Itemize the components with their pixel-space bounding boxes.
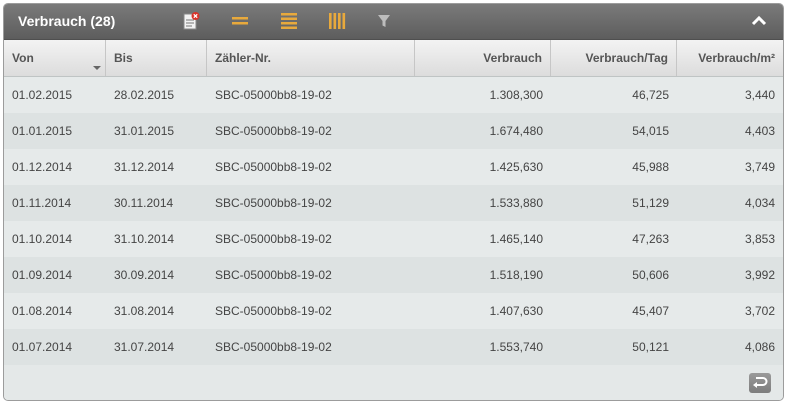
column-header-label: Verbrauch/Tag <box>585 51 668 65</box>
table-cell: 01.09.2014 <box>12 268 73 282</box>
table-cell: 30.09.2014 <box>114 268 175 282</box>
table-cell: 01.07.2014 <box>12 340 73 354</box>
table-cell: 3,702 <box>744 304 775 318</box>
consumption-panel: Verbrauch (28) Von Bis Zähler-Nr. Verbra… <box>3 3 784 401</box>
table-cell: SBC-05000bb8-19-02 <box>215 160 332 174</box>
table-cell: 1.533,880 <box>489 196 543 210</box>
table-cell: 1.518,190 <box>489 268 543 282</box>
compact-rows-icon[interactable] <box>230 11 250 31</box>
table-row[interactable]: 01.10.2014 31.10.2014 SBC-05000bb8-19-02 1.… <box>4 221 783 257</box>
column-header-bis[interactable]: Bis <box>106 40 207 76</box>
table-cell: 3,749 <box>744 160 775 174</box>
column-header-label: Verbrauch <box>483 51 542 65</box>
table-cell: 1.425,630 <box>489 160 543 174</box>
table-cell: 31.12.2014 <box>114 160 175 174</box>
table-cell: 54,015 <box>632 124 669 138</box>
table-row[interactable]: 01.07.2014 31.07.2014 SBC-05000bb8-19-02 1.… <box>4 329 783 365</box>
table-cell: 1.465,140 <box>489 232 543 246</box>
column-header-verbrauch[interactable]: Verbrauch <box>415 40 551 76</box>
filter-icon[interactable] <box>374 11 394 31</box>
table-cell: 01.02.2015 <box>12 88 73 102</box>
table-cell: 30.11.2014 <box>114 196 174 210</box>
column-header-zaehler-nr[interactable]: Zähler-Nr. <box>207 40 415 76</box>
table-cell: 3,853 <box>744 232 775 246</box>
table-cell: 4,086 <box>744 340 775 354</box>
column-header-label: Von <box>12 51 34 65</box>
table-cell: 1.553,740 <box>489 340 543 354</box>
chevron-up-icon[interactable] <box>751 14 767 28</box>
table-cell: 1.308,300 <box>489 88 543 102</box>
table-row[interactable]: 01.09.2014 30.09.2014 SBC-05000bb8-19-02 1.… <box>4 257 783 293</box>
column-header-label: Verbrauch/m² <box>698 51 775 65</box>
table-row[interactable]: 01.08.2014 31.08.2014 SBC-05000bb8-19-02 1.… <box>4 293 783 329</box>
column-header-label: Bis <box>114 51 133 65</box>
undo-icon[interactable] <box>749 373 771 393</box>
table-cell: 45,407 <box>632 304 669 318</box>
table-cell: 3,440 <box>744 88 775 102</box>
table-body: 01.02.2015 28.02.2015 SBC-05000bb8-19-02 1.… <box>4 77 783 365</box>
table-row[interactable]: 01.01.2015 31.01.2015 SBC-05000bb8-19-02 1.… <box>4 113 783 149</box>
table-cell: 31.07.2014 <box>114 340 175 354</box>
column-header-label: Zähler-Nr. <box>215 51 272 65</box>
table-cell: 4,034 <box>744 196 775 210</box>
table-cell: SBC-05000bb8-19-02 <box>215 232 332 246</box>
table-row[interactable]: 01.11.2014 30.11.2014 SBC-05000bb8-19-02 1.… <box>4 185 783 221</box>
table-cell: 28.02.2015 <box>114 88 175 102</box>
table-cell: 01.01.2015 <box>12 124 73 138</box>
table-header: Von Bis Zähler-Nr. Verbrauch Verbrauch/T… <box>4 40 783 77</box>
table-cell: 01.08.2014 <box>12 304 73 318</box>
table-cell: 1.407,630 <box>489 304 543 318</box>
table-cell: 31.01.2015 <box>114 124 175 138</box>
panel-title: Verbrauch (28) <box>18 13 116 29</box>
table-cell: SBC-05000bb8-19-02 <box>215 124 332 138</box>
column-header-verbrauch-tag[interactable]: Verbrauch/Tag <box>551 40 677 76</box>
table-cell: SBC-05000bb8-19-02 <box>215 304 332 318</box>
table-cell: 50,121 <box>632 340 669 354</box>
table-cell: 1.674,480 <box>489 124 543 138</box>
table-cell: SBC-05000bb8-19-02 <box>215 88 332 102</box>
table-cell: SBC-05000bb8-19-02 <box>215 340 332 354</box>
table-row[interactable]: 01.02.2015 28.02.2015 SBC-05000bb8-19-02 1.… <box>4 77 783 113</box>
panel-footer <box>4 365 783 400</box>
sort-descending-icon <box>93 66 101 70</box>
table-cell: 01.10.2014 <box>12 232 73 246</box>
table-cell: 01.11.2014 <box>12 196 72 210</box>
column-header-von[interactable]: Von <box>4 40 106 76</box>
table-cell: SBC-05000bb8-19-02 <box>215 268 332 282</box>
expanded-rows-icon[interactable] <box>279 11 299 31</box>
table-cell: 01.12.2014 <box>12 160 73 174</box>
table-cell: 31.08.2014 <box>114 304 175 318</box>
table-cell: 50,606 <box>632 268 669 282</box>
table-cell: 47,263 <box>632 232 669 246</box>
export-document-icon[interactable] <box>181 11 201 31</box>
column-header-verbrauch-m2[interactable]: Verbrauch/m² <box>677 40 783 76</box>
table-cell: 3,992 <box>744 268 775 282</box>
table-cell: 46,725 <box>632 88 669 102</box>
table-row[interactable]: 01.12.2014 31.12.2014 SBC-05000bb8-19-02 1.… <box>4 149 783 185</box>
table-cell: 51,129 <box>632 196 669 210</box>
table-cell: 31.10.2014 <box>114 232 175 246</box>
columns-icon[interactable] <box>327 11 347 31</box>
table-cell: 45,988 <box>632 160 669 174</box>
table-cell: SBC-05000bb8-19-02 <box>215 196 332 210</box>
table-cell: 4,403 <box>744 124 775 138</box>
panel-titlebar: Verbrauch (28) <box>4 4 783 40</box>
